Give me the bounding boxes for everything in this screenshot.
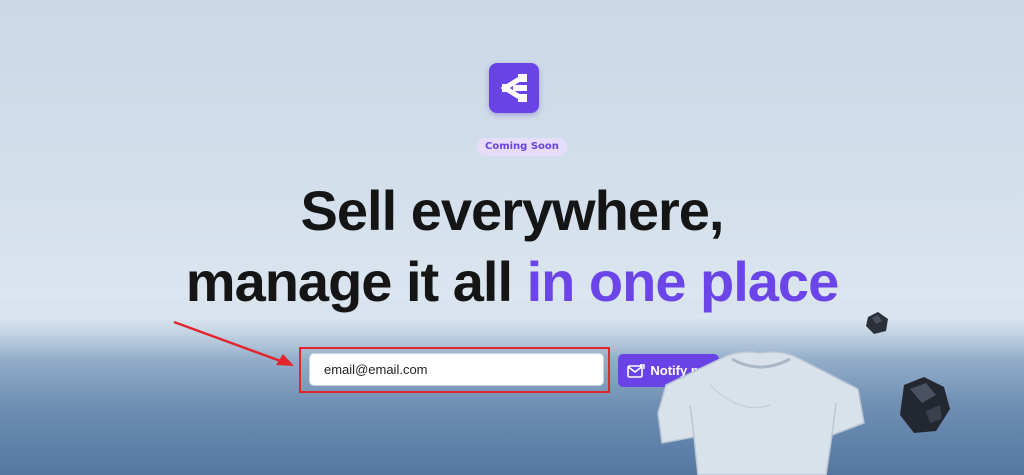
headline-line-2-prefix: manage it all [185, 250, 527, 313]
headline-accent: in one place [526, 250, 840, 313]
red-arrow-annotation [173, 320, 294, 366]
coming-soon-badge: Coming Soon [477, 138, 567, 156]
share-nodes-icon [500, 74, 527, 102]
floating-rock-small [866, 312, 888, 334]
brand-logo [489, 63, 539, 113]
headline-line-2: manage it all in one place [0, 249, 1024, 314]
mail-icon [627, 363, 646, 378]
floating-rock-large [900, 377, 950, 433]
email-input[interactable] [309, 353, 604, 386]
tshirt-image [657, 351, 865, 475]
headline-line-1: Sell everywhere, [300, 179, 725, 242]
